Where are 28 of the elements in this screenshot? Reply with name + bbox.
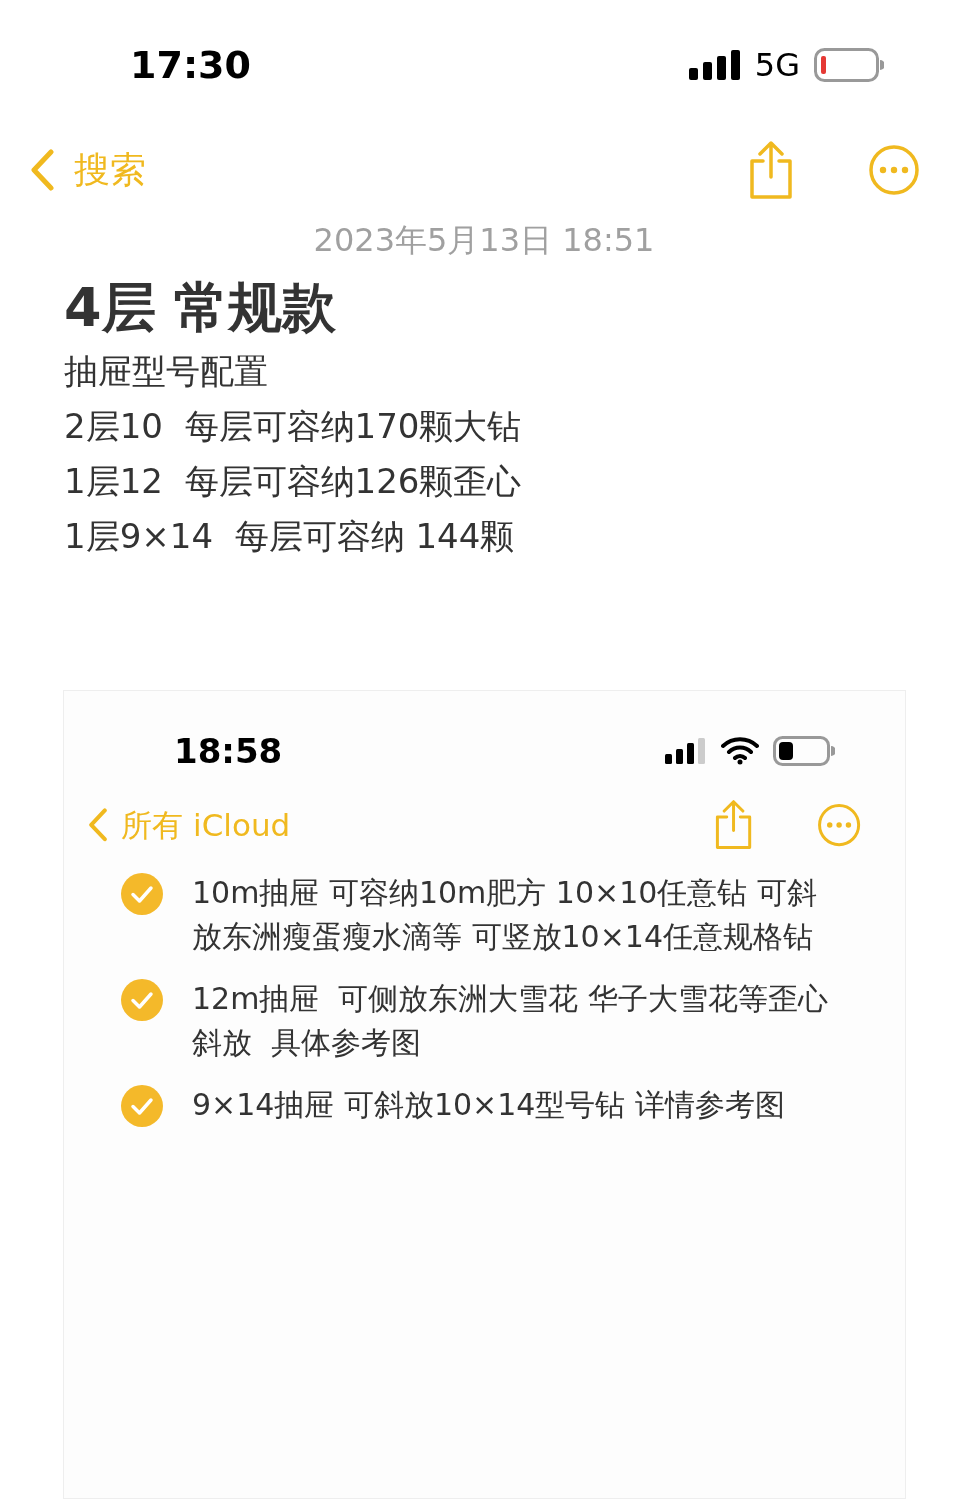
share-icon[interactable] xyxy=(748,141,794,199)
chevron-left-icon xyxy=(88,808,108,842)
back-button[interactable]: 所有 iCloud xyxy=(88,801,291,849)
more-icon[interactable] xyxy=(868,144,920,196)
wifi-icon xyxy=(721,737,759,765)
network-label: 5G xyxy=(754,45,800,86)
checked-circle-icon[interactable] xyxy=(120,978,164,1022)
checklist-text: 9×14抽屉 可斜放10×14型号钻 详情参考图 xyxy=(192,1086,785,1124)
battery-icon xyxy=(814,48,884,82)
checklist-text: 12m抽屉 可侧放东洲大雪花 华子大雪花等歪心斜放 具体参考图 xyxy=(192,980,829,1062)
note-title: 4层 常规款 xyxy=(64,275,338,341)
more-icon[interactable] xyxy=(816,802,861,848)
checked-circle-icon[interactable] xyxy=(120,872,164,916)
checked-circle-icon[interactable] xyxy=(120,1084,164,1128)
note-date: 2023年5月13日 18:51 xyxy=(312,220,656,261)
status-time: 18:58 xyxy=(174,729,283,773)
note-line: 1层9×14 每层可容纳 144颗 xyxy=(64,515,516,558)
note-line: 抽屉型号配置 xyxy=(64,350,269,393)
share-icon[interactable] xyxy=(713,800,753,850)
status-time: 17:30 xyxy=(130,41,251,89)
back-button[interactable]: 搜索 xyxy=(30,143,146,197)
note-line: 2层10 每层可容纳170颗大钻 xyxy=(64,405,523,448)
battery-icon xyxy=(773,736,835,766)
signal-icon xyxy=(665,738,707,764)
checklist-text: 10m抽屉 可容纳10m肥方 10×10任意钻 可斜放东洲瘦蛋瘦水滴等 可竖放10×14任意规格钻 xyxy=(192,874,818,956)
note-line: 1层12 每层可容纳126颗歪心 xyxy=(64,460,523,503)
signal-icon xyxy=(688,50,741,80)
chevron-left-icon xyxy=(30,149,54,191)
